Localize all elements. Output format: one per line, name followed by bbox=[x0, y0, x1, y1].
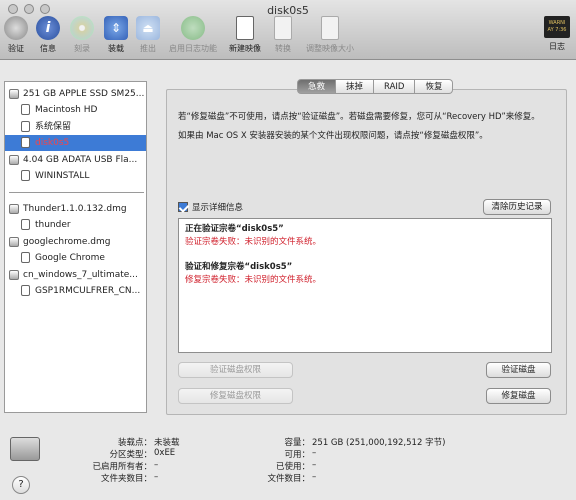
eject-toolbar-button[interactable]: ⏏ 推出 bbox=[134, 16, 162, 58]
permissions-info-text: 如果由 Mac OS X 安装器安装的某个文件出现权限问题，请点按“修复磁盘权限… bbox=[178, 131, 488, 141]
folder-count-key: 文件夹数目： bbox=[100, 474, 152, 484]
sidebar-volume-google-chrome[interactable]: Google Chrome bbox=[5, 250, 146, 266]
volume-icon bbox=[21, 252, 30, 263]
convert-toolbar-button[interactable]: 转换 bbox=[268, 16, 298, 58]
log-line: 验证和修复宗卷“disk0s5” bbox=[185, 262, 293, 272]
used-value: – bbox=[312, 460, 317, 470]
folder-count-value: – bbox=[154, 472, 159, 482]
sidebar-volume-gsp1rmculfrer[interactable]: GSP1RMCULFRER_CN... bbox=[5, 283, 146, 299]
verify-toolbar-button[interactable]: 验证 bbox=[2, 16, 30, 58]
help-button[interactable]: ? bbox=[12, 476, 30, 494]
mount-icon: ⇕ bbox=[104, 16, 128, 40]
sidebar-image-cn-windows-7[interactable]: cn_windows_7_ultimate... bbox=[5, 267, 146, 283]
enable-journaling-toolbar-button[interactable]: 启用日志功能 bbox=[166, 16, 220, 58]
owners-enabled-value: – bbox=[154, 460, 159, 470]
sidebar-divider bbox=[9, 192, 144, 193]
tab-erase[interactable]: 抹掉 bbox=[336, 79, 375, 94]
sidebar-volume-thunder[interactable]: thunder bbox=[5, 217, 146, 233]
new-image-toolbar-button[interactable]: 新建映像 bbox=[226, 16, 264, 58]
new-image-icon bbox=[236, 16, 254, 40]
volume-icon bbox=[21, 170, 30, 181]
log-line-error: 验证宗卷失败：未识别的文件系统。 bbox=[185, 237, 322, 247]
used-key: 已使用： bbox=[275, 462, 310, 472]
verify-permissions-button[interactable]: 验证磁盘权限 bbox=[178, 362, 293, 378]
mount-toolbar-button[interactable]: ⇕ 装载 bbox=[102, 16, 130, 58]
tab-first-aid[interactable]: 急救 bbox=[297, 79, 337, 94]
eject-icon: ⏏ bbox=[136, 16, 160, 40]
sidebar-image-thunder-dmg[interactable]: Thunder1.1.0.132.dmg bbox=[5, 201, 146, 217]
sidebar-disk-adata-usb[interactable]: 4.04 GB ADATA USB Fla... bbox=[5, 152, 146, 168]
burn-toolbar-button[interactable]: 刻录 bbox=[68, 16, 96, 58]
volume-icon bbox=[21, 104, 30, 115]
verify-disk-button[interactable]: 验证磁盘 bbox=[486, 362, 551, 378]
hard-disk-icon bbox=[9, 89, 19, 99]
partition-type-value: 0xEE bbox=[154, 448, 176, 458]
owners-enabled-key: 已启用所有者： bbox=[92, 462, 152, 472]
sidebar-image-googlechrome-dmg[interactable]: googlechrome.dmg bbox=[5, 234, 146, 250]
log-line: 正在验证宗卷“disk0s5” bbox=[185, 224, 284, 234]
volume-icon bbox=[21, 219, 30, 230]
disk-sidebar[interactable]: 251 GB APPLE SSD SM25... Macintosh HD 系统… bbox=[4, 81, 147, 413]
first-aid-info-text: 若“修复磁盘”不可使用，请点按“验证磁盘”。若磁盘需要修复，您可从“Recove… bbox=[178, 112, 540, 122]
file-count-key: 文件数目： bbox=[267, 474, 310, 484]
resize-image-icon bbox=[321, 16, 339, 40]
journaling-icon bbox=[181, 16, 205, 40]
repair-disk-button[interactable]: 修复磁盘 bbox=[486, 388, 551, 404]
info-toolbar-button[interactable]: i 信息 bbox=[34, 16, 62, 58]
partition-type-key: 分区类型： bbox=[109, 450, 152, 460]
tab-restore[interactable]: 恢复 bbox=[415, 79, 454, 94]
sidebar-volume-system-reserved[interactable]: 系统保留 bbox=[5, 119, 146, 135]
tab-bar: 急救 抹掉 RAID 恢复 bbox=[297, 79, 454, 95]
show-details-checkbox[interactable]: 显示详细信息 bbox=[178, 201, 243, 213]
disk-image-icon bbox=[9, 270, 19, 280]
clear-history-button[interactable]: 清除历史记录 bbox=[483, 199, 551, 215]
file-count-value: – bbox=[312, 472, 317, 482]
volume-icon bbox=[21, 121, 30, 132]
log-console-icon: WARNI AY 7:36 bbox=[544, 16, 570, 38]
log-line-error: 修复宗卷失败：未识别的文件系统。 bbox=[185, 275, 322, 285]
show-details-label: 显示详细信息 bbox=[192, 203, 244, 213]
capacity-value: 251 GB (251,000,192,512 字节) bbox=[312, 438, 446, 448]
volume-icon bbox=[21, 137, 30, 148]
title-bar: disk0s5 验证 i 信息 刻录 ⇕ 装载 ⏏ 推出 启用日志功能 新建映像… bbox=[0, 0, 576, 60]
convert-icon bbox=[274, 16, 292, 40]
disk-image-icon bbox=[9, 204, 19, 214]
volume-info-icon bbox=[10, 437, 40, 461]
sidebar-disk-apple-ssd[interactable]: 251 GB APPLE SSD SM25... bbox=[5, 86, 146, 102]
sidebar-volume-disk0s5[interactable]: disk0s5 bbox=[5, 135, 146, 151]
mount-point-key: 装载点： bbox=[117, 438, 152, 448]
available-key: 可用： bbox=[284, 450, 310, 460]
usb-disk-icon bbox=[9, 155, 19, 165]
microscope-icon bbox=[4, 16, 28, 40]
resize-image-toolbar-button[interactable]: 调整映像大小 bbox=[300, 16, 360, 58]
sidebar-volume-wininstall[interactable]: WININSTALL bbox=[5, 168, 146, 184]
mount-point-value: 未装载 bbox=[154, 438, 180, 448]
sidebar-volume-macintosh-hd[interactable]: Macintosh HD bbox=[5, 102, 146, 118]
log-toolbar-button[interactable]: WARNI AY 7:36 日志 bbox=[542, 16, 572, 58]
repair-permissions-button[interactable]: 修复磁盘权限 bbox=[178, 388, 293, 404]
checkbox-checked-icon bbox=[178, 202, 188, 212]
tab-raid[interactable]: RAID bbox=[374, 79, 416, 94]
available-value: – bbox=[312, 448, 317, 458]
burn-disc-icon bbox=[70, 16, 94, 40]
volume-icon bbox=[21, 285, 30, 296]
first-aid-log[interactable]: 正在验证宗卷“disk0s5” 验证宗卷失败：未识别的文件系统。 验证和修复宗卷… bbox=[178, 218, 552, 353]
capacity-key: 容量： bbox=[284, 438, 310, 448]
info-icon: i bbox=[36, 16, 60, 40]
disk-image-icon bbox=[9, 237, 19, 247]
